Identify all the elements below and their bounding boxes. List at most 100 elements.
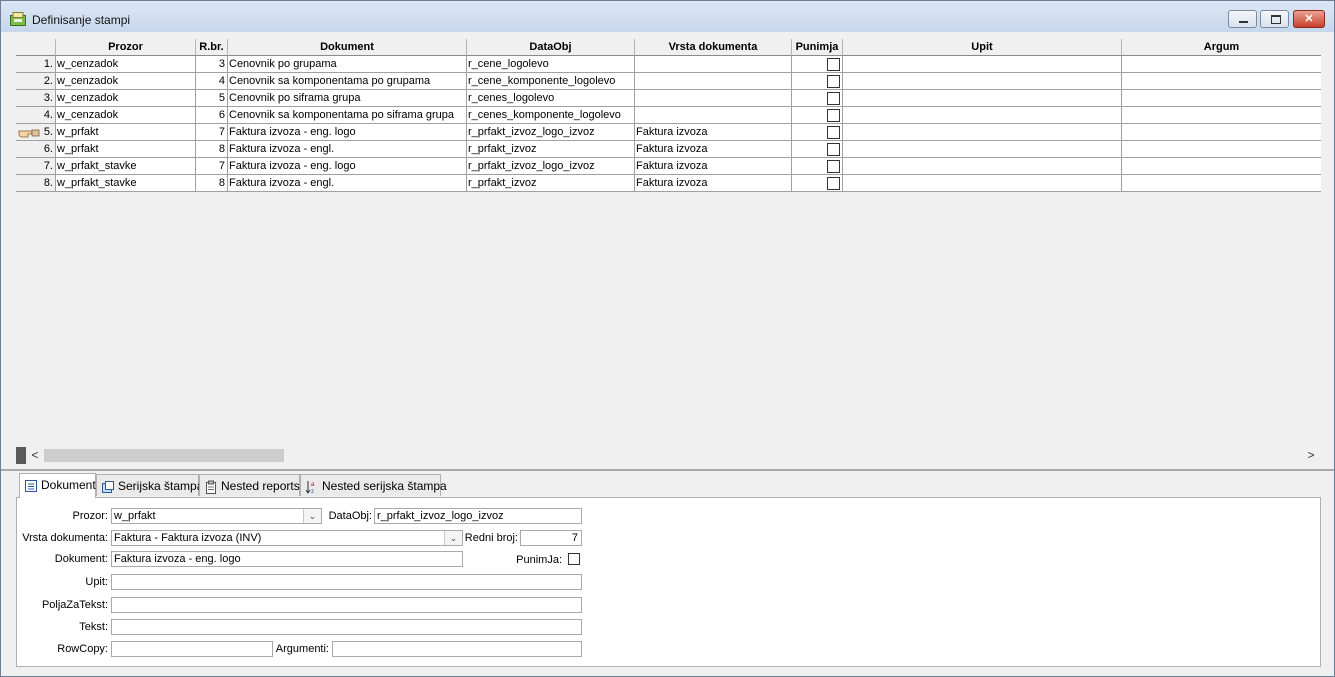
dataobj-field[interactable]: r_prfakt_izvoz_logo_izvoz — [374, 508, 582, 524]
punimja-checkbox[interactable] — [827, 143, 840, 156]
upit-field[interactable] — [111, 574, 582, 590]
cell-prozor[interactable]: w_prfakt — [56, 141, 196, 158]
cell-argum[interactable] — [1122, 175, 1321, 192]
punimja-checkbox[interactable] — [827, 126, 840, 139]
cell-punimja[interactable] — [792, 141, 843, 158]
cell-dokument[interactable]: Faktura izvoza - eng. logo — [228, 124, 467, 141]
chevron-down-icon[interactable]: ⌄ — [444, 531, 462, 545]
cell-vrsta[interactable] — [635, 107, 792, 124]
table-row[interactable]: 1. w_cenzadok 3 Cenovnik po grupama r_cene_l… — [16, 56, 1321, 73]
cell-punimja[interactable] — [792, 175, 843, 192]
cell-upit[interactable] — [843, 141, 1122, 158]
cell-prozor[interactable]: w_prfakt_stavke — [56, 175, 196, 192]
documents-grid[interactable]: Prozor R.br. Dokument DataObj Vrsta dokument… — [16, 39, 1321, 444]
punimja-checkbox[interactable] — [827, 75, 840, 88]
column-header-upit[interactable]: Upit — [843, 39, 1122, 56]
cell-argum[interactable] — [1122, 90, 1321, 107]
cell-rbr[interactable]: 8 — [196, 175, 228, 192]
cell-dataobj[interactable]: r_prfakt_izvoz_logo_izvoz — [467, 124, 635, 141]
cell-prozor[interactable]: w_cenzadok — [56, 56, 196, 73]
dokument-field[interactable]: Faktura izvoza - eng. logo — [111, 551, 463, 567]
cell-punimja[interactable] — [792, 56, 843, 73]
punimja-checkbox[interactable] — [827, 109, 840, 122]
cell-vrsta[interactable] — [635, 56, 792, 73]
cell-rbr[interactable]: 7 — [196, 158, 228, 175]
cell-upit[interactable] — [843, 90, 1122, 107]
column-header-rbr[interactable]: R.br. — [196, 39, 228, 56]
cell-punimja[interactable] — [792, 124, 843, 141]
cell-dataobj[interactable]: r_prfakt_izvoz_logo_izvoz — [467, 158, 635, 175]
cell-punimja[interactable] — [792, 158, 843, 175]
title-bar[interactable]: Definisanje stampi ✕ — [1, 1, 1334, 32]
horizontal-scrollbar[interactable]: < > — [16, 447, 1321, 464]
table-row[interactable]: 2. w_cenzadok 4 Cenovnik sa komponentama po… — [16, 73, 1321, 90]
cell-punimja[interactable] — [792, 90, 843, 107]
punimja-checkbox[interactable] — [568, 553, 580, 565]
table-row[interactable]: 7. w_prfakt_stavke 7 Faktura izvoza - eng. … — [16, 158, 1321, 175]
punimja-checkbox[interactable] — [827, 92, 840, 105]
cell-vrsta[interactable]: Faktura izvoza — [635, 158, 792, 175]
pane-splitter[interactable] — [1, 469, 1334, 471]
cell-rbr[interactable]: 7 — [196, 124, 228, 141]
cell-rbr[interactable]: 6 — [196, 107, 228, 124]
cell-dataobj[interactable]: r_prfakt_izvoz — [467, 175, 635, 192]
cell-dataobj[interactable]: r_cenes_komponente_logolevo — [467, 107, 635, 124]
argumenti-field[interactable] — [332, 641, 582, 657]
cell-upit[interactable] — [843, 124, 1122, 141]
cell-argum[interactable] — [1122, 158, 1321, 175]
cell-dokument[interactable]: Cenovnik sa komponentama po grupama — [228, 73, 467, 90]
cell-prozor[interactable]: w_cenzadok — [56, 107, 196, 124]
cell-prozor[interactable]: w_prfakt_stavke — [56, 158, 196, 175]
cell-rbr[interactable]: 4 — [196, 73, 228, 90]
close-button[interactable]: ✕ — [1293, 10, 1325, 28]
cell-argum[interactable] — [1122, 124, 1321, 141]
column-header-vrsta-dokumenta[interactable]: Vrsta dokumenta — [635, 39, 792, 56]
tab-nested-reports[interactable]: Nested reports — [199, 474, 300, 496]
tab-nested-serijska-stampa[interactable]: a z Nested serijska štampa — [300, 474, 447, 496]
scroll-right-arrow[interactable]: > — [1304, 447, 1318, 464]
column-header-argumenti[interactable]: Argum — [1122, 39, 1321, 56]
cell-argum[interactable] — [1122, 73, 1321, 90]
cell-rbr[interactable]: 5 — [196, 90, 228, 107]
cell-upit[interactable] — [843, 107, 1122, 124]
cell-prozor[interactable]: w_cenzadok — [56, 73, 196, 90]
cell-vrsta[interactable]: Faktura izvoza — [635, 141, 792, 158]
punimja-checkbox[interactable] — [827, 160, 840, 173]
punimja-checkbox[interactable] — [827, 177, 840, 190]
cell-vrsta[interactable]: Faktura izvoza — [635, 175, 792, 192]
cell-punimja[interactable] — [792, 107, 843, 124]
cell-punimja[interactable] — [792, 73, 843, 90]
tekst-field[interactable] — [111, 619, 582, 635]
table-row[interactable]: 6. w_prfakt 8 Faktura izvoza - engl. r_prfak… — [16, 141, 1321, 158]
table-row[interactable]: 8. w_prfakt_stavke 8 Faktura izvoza - engl.… — [16, 175, 1321, 192]
rowcopy-field[interactable] — [111, 641, 273, 657]
cell-dokument[interactable]: Faktura izvoza - engl. — [228, 141, 467, 158]
scroll-left-arrow[interactable]: < — [28, 447, 42, 464]
chevron-down-icon[interactable]: ⌄ — [303, 509, 321, 523]
cell-dataobj[interactable]: r_cene_komponente_logolevo — [467, 73, 635, 90]
cell-dokument[interactable]: Cenovnik po grupama — [228, 56, 467, 73]
cell-upit[interactable] — [843, 56, 1122, 73]
column-header-dokument[interactable]: Dokument — [228, 39, 467, 56]
cell-rbr[interactable]: 8 — [196, 141, 228, 158]
cell-vrsta[interactable]: Faktura izvoza — [635, 124, 792, 141]
table-row[interactable]: 5. w_prfakt 7 Faktura izvoza - eng. logo r_p… — [16, 124, 1321, 141]
redni-broj-field[interactable]: 7 — [520, 530, 582, 546]
table-row[interactable]: 3. w_cenzadok 5 Cenovnik po siframa grupa r_… — [16, 90, 1321, 107]
cell-dokument[interactable]: Faktura izvoza - eng. logo — [228, 158, 467, 175]
cell-vrsta[interactable] — [635, 90, 792, 107]
scrollbar-thumb[interactable] — [44, 449, 284, 462]
vrsta-dokumenta-dropdown[interactable]: Faktura - Faktura izvoza (INV) ⌄ — [111, 530, 463, 546]
tab-dokument[interactable]: Dokument — [19, 473, 96, 498]
punimja-checkbox[interactable] — [827, 58, 840, 71]
cell-argum[interactable] — [1122, 141, 1321, 158]
cell-vrsta[interactable] — [635, 73, 792, 90]
cell-upit[interactable] — [843, 158, 1122, 175]
cell-prozor[interactable]: w_prfakt — [56, 124, 196, 141]
column-header-prozor[interactable]: Prozor — [56, 39, 196, 56]
minimize-button[interactable] — [1228, 10, 1257, 28]
cell-rbr[interactable]: 3 — [196, 56, 228, 73]
cell-upit[interactable] — [843, 73, 1122, 90]
cell-dataobj[interactable]: r_cenes_logolevo — [467, 90, 635, 107]
maximize-button[interactable] — [1260, 10, 1289, 28]
